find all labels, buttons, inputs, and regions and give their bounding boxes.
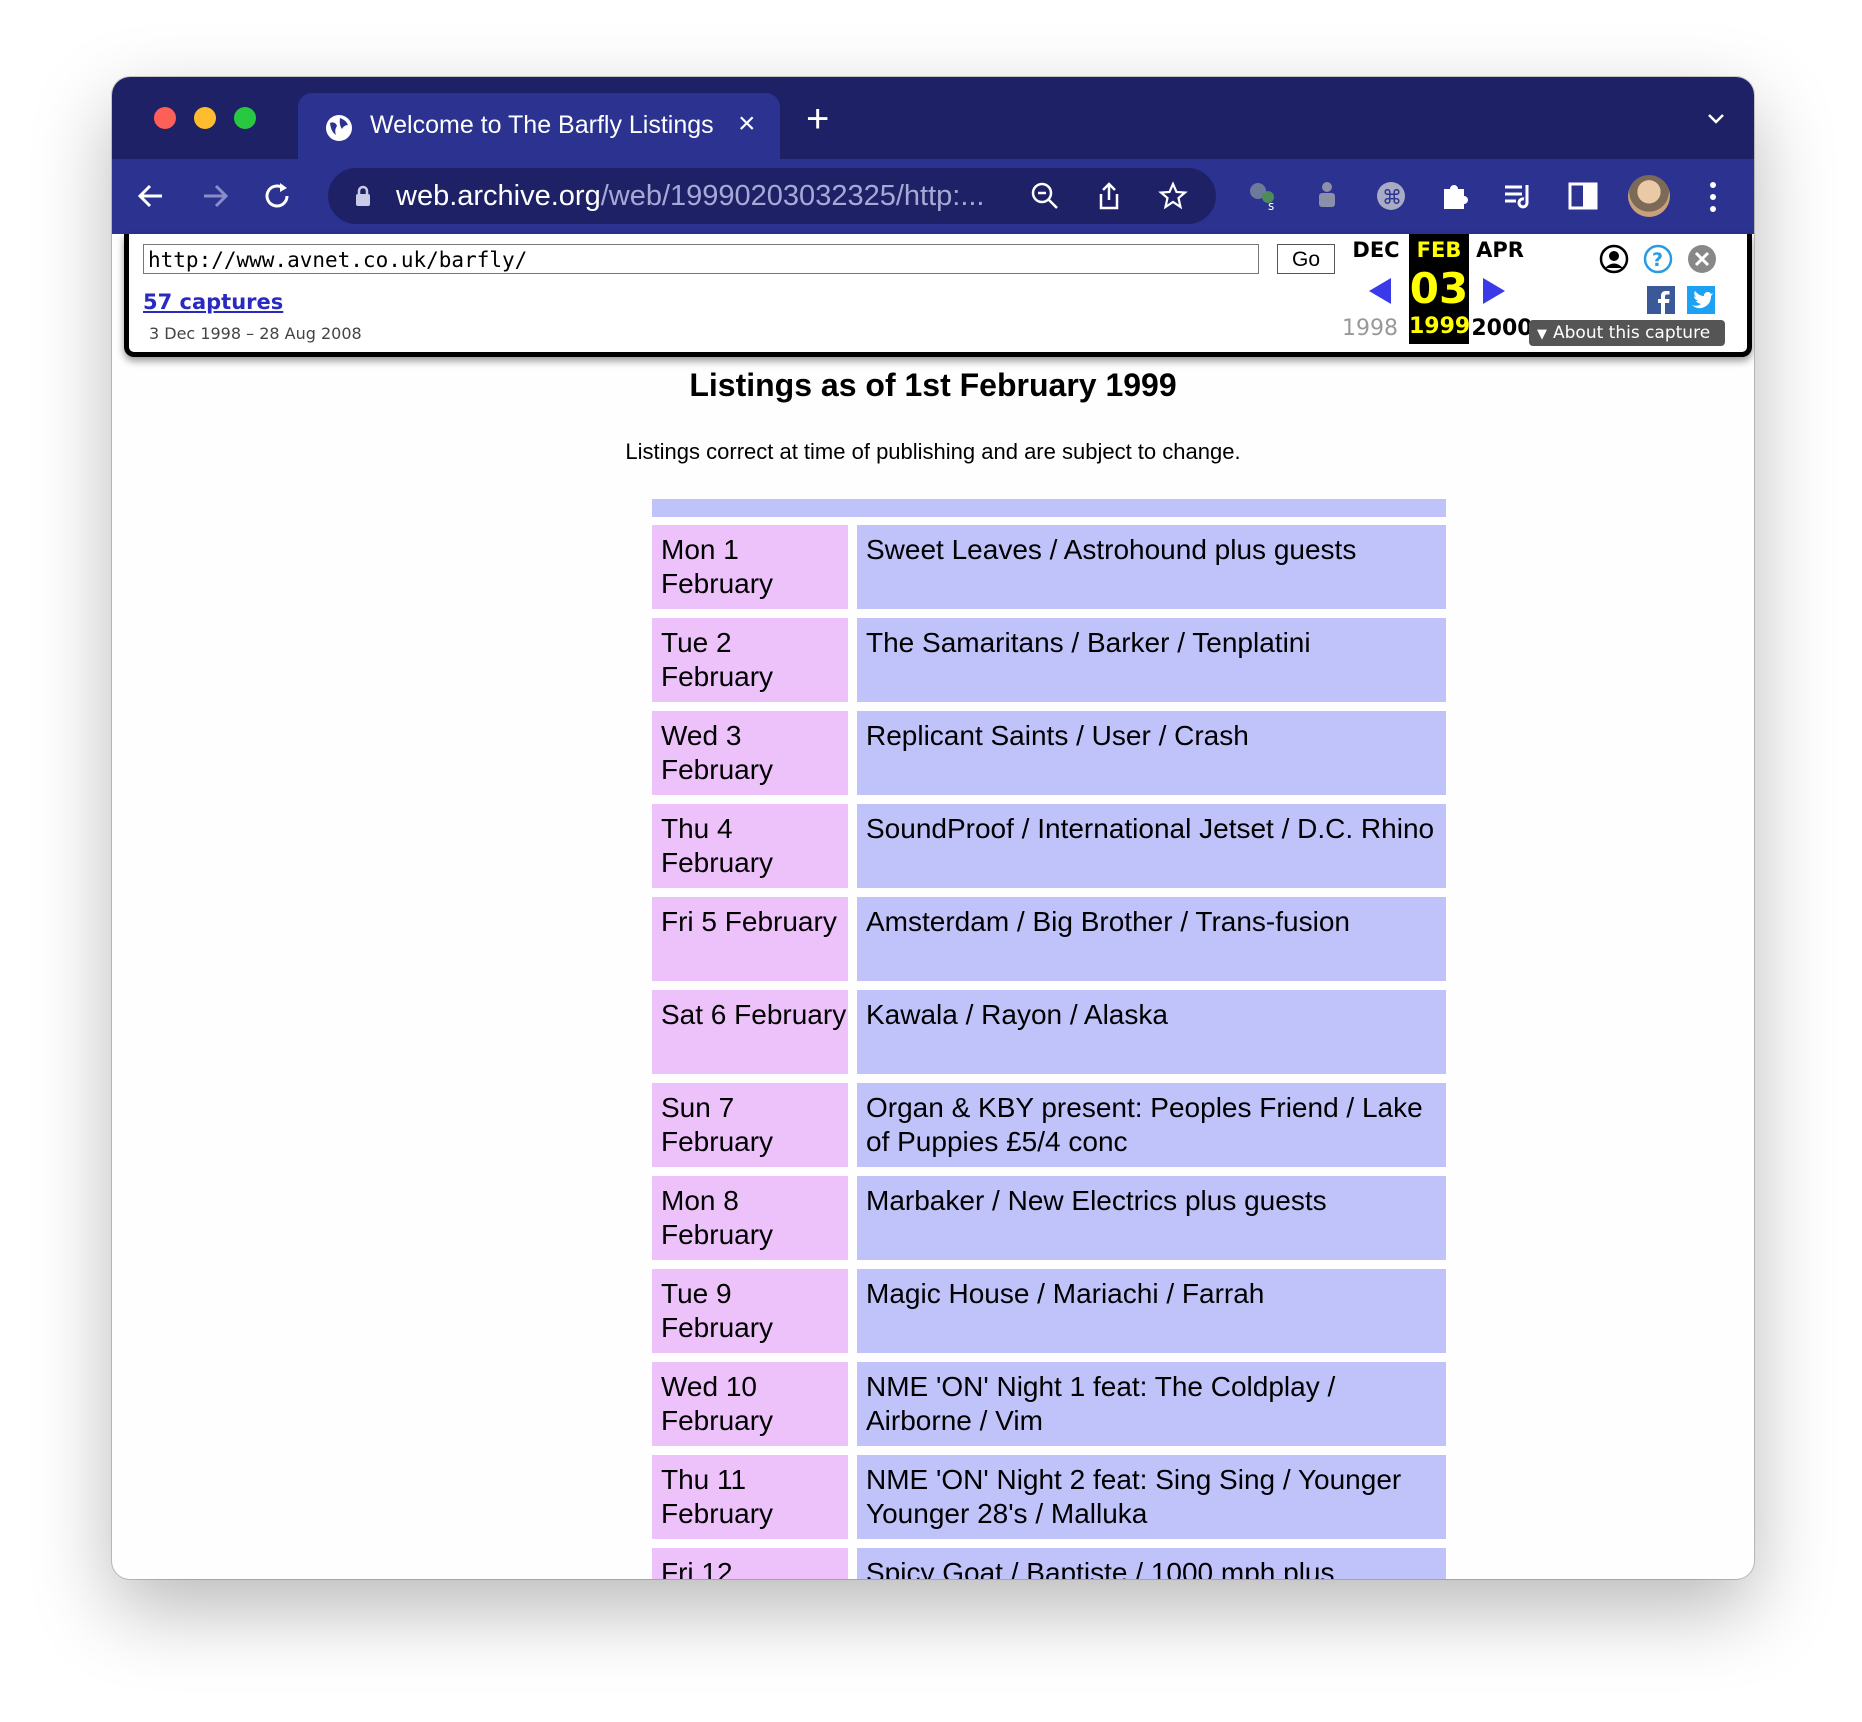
listing-acts: Organ & KBY present: Peoples Friend / La… [857,1083,1446,1167]
tab-close-icon[interactable]: × [738,107,756,141]
svg-text:⌘: ⌘ [1382,185,1402,209]
extension-command-icon[interactable]: ⌘ [1374,179,1408,213]
new-tab-button[interactable]: + [806,99,829,139]
listing-acts: Amsterdam / Big Brother / Trans-fusion [857,897,1446,981]
help-icon[interactable]: ? [1643,244,1673,274]
dropdown-triangle-icon: ▼ [1537,327,1547,342]
table-row: Wed 10 February NME 'ON' Night 1 feat: Th… [652,1362,1446,1446]
url-path: /web/19990203032325/http:... [600,180,985,212]
twitter-icon[interactable] [1687,286,1715,314]
table-header-bar [652,499,1446,517]
share-icon[interactable] [1094,181,1124,211]
table-row: Thu 4 February SoundProof / International… [652,804,1446,888]
listing-date: Tue 9 February [652,1269,848,1353]
facebook-icon[interactable] [1647,286,1675,314]
user-account-icon[interactable] [1599,244,1629,274]
listing-acts: NME 'ON' Night 1 feat: The Coldplay / Ai… [857,1362,1446,1446]
next-month-label[interactable]: APR [1471,238,1529,262]
more-menu-icon[interactable] [1708,179,1718,215]
globe-icon [326,115,352,141]
table-row: Thu 11 February NME 'ON' Night 2 feat: Si… [652,1455,1446,1539]
page-subtext: Listings correct at time of publishing a… [625,439,1241,464]
current-year-label: 1999 [1409,314,1471,339]
close-wayback-icon[interactable] [1687,244,1717,274]
table-row: Sun 7 February Organ & KBY present: Peopl… [652,1083,1446,1167]
listing-acts: NME 'ON' Night 2 feat: Sing Sing / Young… [857,1455,1446,1539]
current-month-label: FEB [1416,238,1462,262]
active-tab[interactable]: Welcome to The Barfly Listings × [298,93,780,159]
listing-date: Fri 12 February [652,1548,848,1579]
prev-year-label[interactable]: 1998 [1337,316,1403,341]
listing-acts: Marbaker / New Electrics plus guests [857,1176,1446,1260]
maximize-window-button[interactable] [234,107,256,129]
close-window-button[interactable] [154,107,176,129]
listing-date: Mon 1 February [652,525,848,609]
listing-acts: Kawala / Rayon / Alaska [857,990,1446,1074]
address-bar[interactable]: web.archive.org/web/19990203032325/http:… [328,168,1216,224]
listing-date: Wed 10 February [652,1362,848,1446]
url-text[interactable]: web.archive.org/web/19990203032325/http:… [396,180,985,213]
prev-capture-arrow-icon[interactable] [1365,276,1395,306]
side-panel-icon[interactable] [1566,179,1600,213]
tab-title: Welcome to The Barfly Listings [370,111,714,139]
about-capture-label: About this capture [1553,323,1711,343]
listing-acts: SoundProof / International Jetset / D.C.… [857,804,1446,888]
listings-table: Mon 1 February Sweet Leaves / Astrohound … [652,499,1446,1579]
listing-acts: Spicy Goat / Baptiste / 1000 mph plus [857,1548,1446,1579]
about-capture-dropdown[interactable]: ▼ About this capture [1529,320,1725,346]
media-playlist-icon[interactable] [1502,179,1536,213]
capture-date-range: 3 Dec 1998 – 28 Aug 2008 [149,324,362,343]
table-row: Wed 3 February Replicant Saints / User / … [652,711,1446,795]
table-row: Mon 8 February Marbaker / New Electrics p… [652,1176,1446,1260]
tab-strip: Welcome to The Barfly Listings × + [112,77,1754,159]
svg-text:?: ? [1652,249,1663,271]
listing-date: Thu 4 February [652,804,848,888]
browser-toolbar: web.archive.org/web/19990203032325/http:… [112,159,1754,234]
zoom-icon[interactable] [1030,181,1060,211]
current-capture-box: FEB 03 1999 [1409,234,1471,344]
extensions-puzzle-icon[interactable] [1438,179,1472,213]
minimize-window-button[interactable] [194,107,216,129]
chevron-down-icon[interactable] [1708,111,1724,127]
listing-date: Wed 3 February [652,711,848,795]
svg-text:s: s [1268,199,1274,213]
profile-avatar[interactable] [1628,175,1670,217]
table-row: Mon 1 February Sweet Leaves / Astrohound … [652,525,1446,609]
listing-date: Tue 2 February [652,618,848,702]
table-row: Fri 5 February Amsterdam / Big Brother / … [652,897,1446,981]
extension-s-icon[interactable]: s [1246,179,1280,213]
listing-acts: Sweet Leaves / Astrohound plus guests [857,525,1446,609]
lock-icon[interactable] [354,185,372,207]
wayback-toolbar: http://www.avnet.co.uk/barfly/ Go 57 cap… [124,234,1752,357]
listing-date: Sat 6 February [652,990,848,1074]
url-host: web.archive.org [396,180,601,212]
prev-month-label[interactable]: DEC [1347,238,1405,262]
page-heading: Listings as of 1st February 1999 [689,367,1177,403]
listing-date: Thu 11 February [652,1455,848,1539]
wayback-url-input[interactable]: http://www.avnet.co.uk/barfly/ [143,244,1259,274]
current-day-label: 03 [1409,264,1469,313]
listing-acts: Replicant Saints / User / Crash [857,711,1446,795]
table-row: Fri 12 February Spicy Goat / Baptiste / 1… [652,1548,1446,1579]
listing-acts: The Samaritans / Barker / Tenplatini [857,618,1446,702]
browser-window: Welcome to The Barfly Listings × + web.a… [112,77,1754,1579]
extension-figure-icon[interactable] [1310,179,1344,213]
forward-arrow-icon[interactable] [196,177,234,215]
listing-acts: Magic House / Mariachi / Farrah [857,1269,1446,1353]
reload-icon[interactable] [258,177,296,215]
table-row: Tue 9 February Magic House / Mariachi / F… [652,1269,1446,1353]
next-year-label[interactable]: 2000 [1471,316,1533,341]
bookmark-star-icon[interactable] [1158,181,1188,211]
back-arrow-icon[interactable] [132,177,170,215]
listing-date: Fri 5 February [652,897,848,981]
next-capture-arrow-icon[interactable] [1479,276,1509,306]
captures-link[interactable]: 57 captures [143,290,283,314]
wayback-go-button[interactable]: Go [1277,244,1335,274]
listing-date: Mon 8 February [652,1176,848,1260]
table-row: Sat 6 February Kawala / Rayon / Alaska [652,990,1446,1074]
table-row: Tue 2 February The Samaritans / Barker / … [652,618,1446,702]
listing-date: Sun 7 February [652,1083,848,1167]
